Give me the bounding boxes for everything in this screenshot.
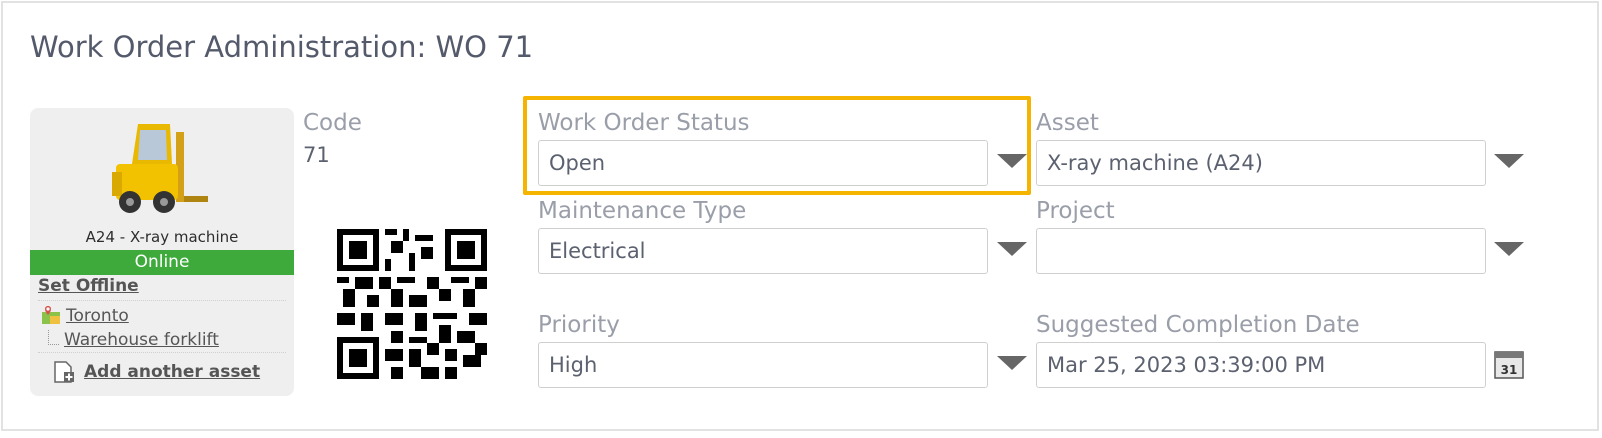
chevron-down-icon[interactable] bbox=[997, 242, 1027, 256]
asset-name: A24 - X-ray machine bbox=[85, 228, 239, 246]
project-label: Project bbox=[1036, 198, 1115, 224]
calendar-icon[interactable]: 31 bbox=[1494, 350, 1524, 380]
svg-text:31: 31 bbox=[1501, 363, 1518, 377]
set-offline-link[interactable]: Set Offline bbox=[38, 276, 139, 296]
asset-label: Asset bbox=[1036, 110, 1099, 136]
work-order-status-select[interactable]: Open bbox=[538, 140, 988, 186]
add-asset-icon[interactable] bbox=[52, 360, 76, 384]
asset-select[interactable]: X-ray machine (A24) bbox=[1036, 140, 1486, 186]
chevron-down-icon[interactable] bbox=[997, 154, 1027, 168]
chevron-down-icon[interactable] bbox=[1494, 154, 1524, 168]
asset-card: A24 - X-ray machine Online Set Offline T… bbox=[30, 108, 294, 396]
code-label: Code bbox=[303, 110, 362, 136]
qr-code bbox=[337, 229, 487, 379]
tree-connector bbox=[48, 330, 59, 345]
add-another-asset-link[interactable]: Add another asset bbox=[84, 362, 260, 382]
divider bbox=[38, 352, 286, 353]
project-select[interactable] bbox=[1036, 228, 1486, 274]
chevron-down-icon[interactable] bbox=[1494, 242, 1524, 256]
work-order-status-label: Work Order Status bbox=[538, 110, 750, 136]
maintenance-type-label: Maintenance Type bbox=[538, 198, 747, 224]
priority-label: Priority bbox=[538, 312, 620, 338]
location-link[interactable]: Toronto bbox=[66, 306, 129, 326]
code-value: 71 bbox=[303, 143, 330, 167]
divider bbox=[38, 300, 286, 301]
chevron-down-icon[interactable] bbox=[997, 356, 1027, 370]
completion-date-label: Suggested Completion Date bbox=[1036, 312, 1360, 338]
sublocation-link[interactable]: Warehouse forklift bbox=[64, 330, 219, 350]
location-map-icon bbox=[42, 306, 60, 324]
status-badge: Online bbox=[30, 250, 294, 275]
page-title: Work Order Administration: WO 71 bbox=[30, 30, 534, 64]
maintenance-type-select[interactable]: Electrical bbox=[538, 228, 988, 274]
priority-select[interactable]: High bbox=[538, 342, 988, 388]
completion-date-input[interactable]: Mar 25, 2023 03:39:00 PM bbox=[1036, 342, 1486, 388]
forklift-icon bbox=[112, 124, 208, 213]
